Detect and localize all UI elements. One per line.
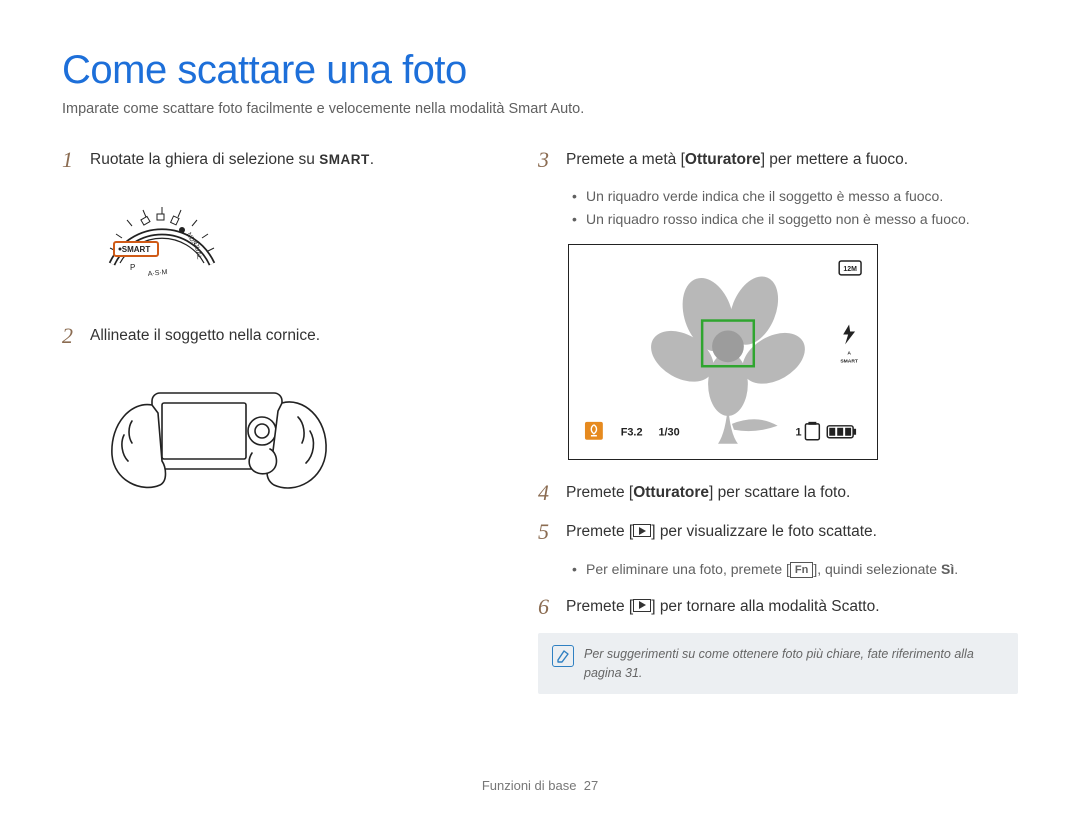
step-number: 5 [538, 519, 562, 544]
page-subtitle: Imparate come scattare foto facilmente e… [62, 101, 1018, 117]
footer-section: Funzioni di base [482, 778, 577, 793]
step4-bold: Otturatore [633, 484, 709, 501]
step-2: 2 Allineate il soggetto nella cornice. [62, 323, 492, 348]
step-5: 5 Premete [ ] per visualizzare le foto sc… [538, 519, 1018, 544]
svg-text:A: A [847, 351, 851, 357]
step6-a: Premete [ [566, 598, 633, 615]
step-6: 6 Premete [ ] per tornare alla modalità S… [538, 594, 1018, 619]
lcd-screen-icon: 12M A SMART F3.2 1/30 1 [579, 255, 867, 444]
svg-text:12M: 12M [843, 266, 857, 273]
s5b-c: . [954, 561, 958, 577]
lcd-aperture: F3.2 [621, 427, 643, 439]
step1-text-a: Ruotate la ghiera di selezione su [90, 151, 319, 168]
step-number: 6 [538, 594, 562, 619]
step5-bullets: Per eliminare una foto, premete [Fn], qu… [572, 559, 1018, 580]
step1-text-b: . [370, 151, 374, 168]
step-4: 4 Premete [Otturatore] per scattare la f… [538, 480, 1018, 505]
fn-button-icon: Fn [790, 562, 813, 578]
step4-b: ] per scattare la foto. [709, 484, 850, 501]
lcd-preview-illustration: 12M A SMART F3.2 1/30 1 [568, 244, 878, 460]
step-1: 1 Ruotate la ghiera di selezione su SMAR… [62, 147, 492, 172]
mode-dial-illustration: SMART DUAL NDS P A·S·M [102, 186, 492, 291]
step-number: 4 [538, 480, 562, 505]
page-footer: Funzioni di base 27 [0, 778, 1080, 793]
tip-note-icon [552, 645, 574, 667]
svg-text:A·S·M: A·S·M [147, 269, 168, 278]
step3-bullets: Un riquadro verde indica che il soggetto… [572, 186, 1018, 230]
hands-camera-icon [102, 363, 332, 513]
step3-bold: Otturatore [685, 151, 761, 168]
page-title: Come scattare una foto [62, 48, 1018, 93]
step-number: 3 [538, 147, 562, 172]
step-text: Premete [ ] per visualizzare le foto scat… [566, 519, 877, 543]
step-number: 1 [62, 147, 86, 172]
step-text: Premete a metà [Otturatore] per mettere … [566, 147, 908, 171]
content-columns: 1 Ruotate la ghiera di selezione su SMAR… [62, 147, 1018, 694]
hands-holding-camera-illustration [102, 363, 492, 518]
lcd-shutter: 1/30 [658, 427, 679, 439]
right-column: 3 Premete a metà [Otturatore] per metter… [538, 147, 1018, 694]
step3-a: Premete a metà [ [566, 151, 685, 168]
left-column: 1 Ruotate la ghiera di selezione su SMAR… [62, 147, 492, 694]
step-text: Allineate il soggetto nella cornice. [90, 323, 320, 347]
tip-callout: Per suggerimenti su come ottenere foto p… [538, 633, 1018, 695]
s5b-bold: Sì [941, 561, 954, 577]
s5b-b: ], quindi selezionate [813, 561, 941, 577]
step4-a: Premete [ [566, 484, 633, 501]
lcd-count: 1 [795, 427, 801, 439]
tip-text: Per suggerimenti su come ottenere foto p… [584, 645, 1004, 683]
step6-b: ] per tornare alla modalità Scatto. [651, 598, 879, 615]
playback-icon [633, 524, 651, 537]
mode-dial-icon: SMART DUAL NDS P A·S·M [102, 186, 222, 286]
step-text: Ruotate la ghiera di selezione su SMART. [90, 147, 374, 171]
step-3: 3 Premete a metà [Otturatore] per metter… [538, 147, 1018, 172]
step-number: 2 [62, 323, 86, 348]
step3-b: ] per mettere a fuoco. [761, 151, 908, 168]
svg-text:P: P [130, 263, 135, 272]
footer-page: 27 [584, 778, 598, 793]
bullet: Per eliminare una foto, premete [Fn], qu… [572, 559, 1018, 580]
bullet: Un riquadro verde indica che il soggetto… [572, 186, 1018, 207]
step-text: Premete [ ] per tornare alla modalità Sca… [566, 594, 880, 618]
step5-a: Premete [ [566, 523, 633, 540]
playback-icon [633, 599, 651, 612]
dial-smart-text: SMART [122, 245, 151, 254]
s5b-a: Per eliminare una foto, premete [ [586, 561, 790, 577]
step-text: Premete [Otturatore] per scattare la fot… [566, 480, 850, 504]
step5-b: ] per visualizzare le foto scattate. [651, 523, 877, 540]
bullet: Un riquadro rosso indica che il soggetto… [572, 209, 1018, 230]
smart-mode-label: SMART [319, 152, 370, 167]
svg-text:SMART: SMART [840, 359, 858, 365]
